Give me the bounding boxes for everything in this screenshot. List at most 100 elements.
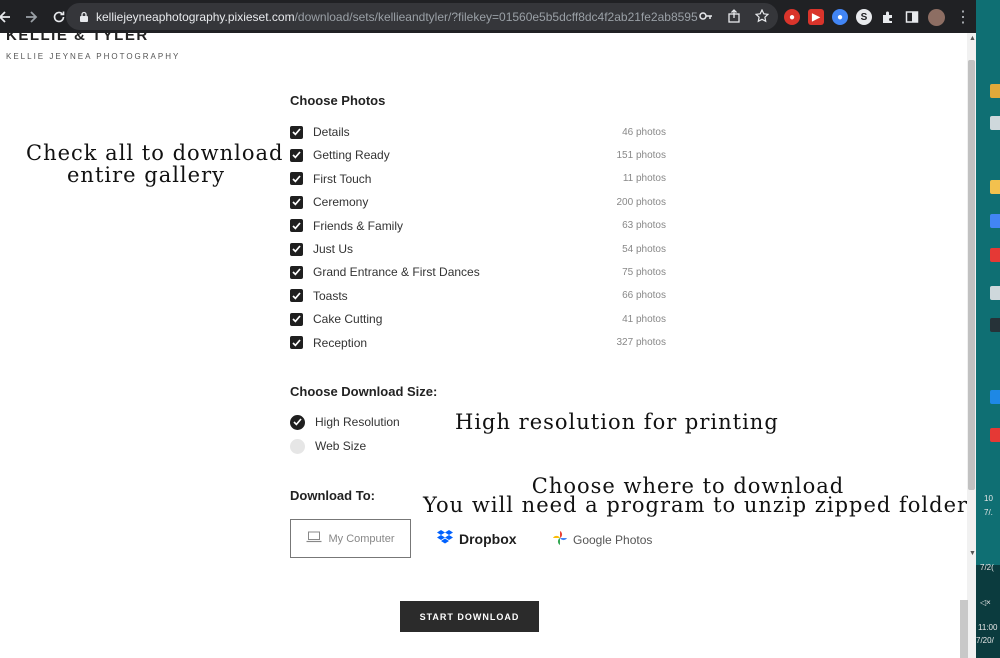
- photo-set-label: Reception: [313, 335, 368, 350]
- browser-toolbar: kelliejeyneaphotography.pixieset.com/dow…: [0, 0, 976, 33]
- photo-set-row[interactable]: Friends & Family 63 photos: [290, 217, 666, 235]
- url-text[interactable]: kelliejeyneaphotography.pixieset.com/dow…: [96, 10, 698, 24]
- size-option-label: High Resolution: [315, 415, 400, 429]
- site-subtitle: KELLIE JEYNEA PHOTOGRAPHY: [6, 52, 181, 61]
- my-computer-button[interactable]: My Computer: [290, 519, 411, 558]
- photo-set-row[interactable]: First Touch 11 photos: [290, 170, 666, 188]
- checkbox-checked-icon[interactable]: [290, 219, 303, 233]
- profile-avatar[interactable]: [928, 8, 945, 26]
- desktop-photoshop-icon[interactable]: [990, 390, 1000, 404]
- desktop-folder-icon[interactable]: [990, 180, 1000, 194]
- lock-icon[interactable]: [72, 11, 96, 23]
- desktop-chrome-icon[interactable]: [990, 214, 1000, 228]
- google-photos-button[interactable]: Google Photos: [552, 530, 652, 549]
- photo-set-row[interactable]: Reception 327 photos: [290, 334, 666, 352]
- photo-set-row[interactable]: Details 46 photos: [290, 123, 666, 141]
- extension-s-icon[interactable]: S: [856, 9, 872, 25]
- photo-set-label: Friends & Family: [313, 218, 404, 233]
- photo-set-row[interactable]: Ceremony 200 photos: [290, 193, 666, 211]
- photo-set-label: Details: [313, 125, 350, 139]
- annotation-check-all: Check all to download entire gallery: [26, 141, 284, 186]
- star-icon[interactable]: [754, 8, 770, 24]
- forward-icon[interactable]: [20, 6, 42, 28]
- photo-set-count: 46 photos: [622, 126, 666, 138]
- photo-set-count: 200 photos: [616, 196, 667, 208]
- photo-set-label: Ceremony: [313, 195, 369, 210]
- photo-set-label: Just Us: [313, 242, 354, 256]
- laptop-icon: [306, 531, 322, 546]
- address-bar[interactable]: kelliejeyneaphotography.pixieset.com/dow…: [66, 3, 778, 30]
- tray-date: 7/2(: [980, 563, 994, 572]
- photo-set-count: 41 photos: [622, 313, 666, 325]
- tray-clock-time[interactable]: 11:00: [978, 623, 997, 632]
- tray-clock-date[interactable]: 7/20/: [976, 636, 994, 645]
- screen: kelliejeyneaphotography.pixieset.com/dow…: [0, 0, 1000, 658]
- checkbox-checked-icon[interactable]: [290, 242, 303, 256]
- page-scrollbar-thumb[interactable]: [960, 600, 968, 658]
- annotation-line: Check all to download: [26, 141, 284, 165]
- checkbox-checked-icon[interactable]: [290, 148, 303, 162]
- checkbox-checked-icon[interactable]: [290, 336, 303, 350]
- checkbox-checked-icon[interactable]: [290, 289, 303, 303]
- back-icon[interactable]: [0, 6, 16, 28]
- start-download-button[interactable]: START DOWNLOAD: [400, 601, 539, 632]
- desktop-folder-icon[interactable]: [990, 84, 1000, 98]
- site-title[interactable]: KELLIE & TYLER: [6, 33, 149, 44]
- checkbox-checked-icon[interactable]: [290, 312, 303, 326]
- desktop-app-icon[interactable]: [990, 318, 1000, 332]
- desktop-app-icon[interactable]: [990, 248, 1000, 262]
- radio-selected-icon[interactable]: [290, 414, 305, 430]
- photo-set-count: 66 photos: [622, 290, 666, 302]
- google-photos-label: Google Photos: [573, 532, 653, 547]
- extension-video-icon[interactable]: ▶: [808, 9, 824, 25]
- size-option-label: Web Size: [315, 439, 367, 453]
- download-size-heading: Choose Download Size:: [290, 384, 438, 399]
- tray-date: 7/.: [984, 508, 993, 517]
- dropbox-button[interactable]: Dropbox: [436, 529, 517, 548]
- photo-set-label: Getting Ready: [313, 148, 390, 163]
- volume-icon[interactable]: ◁×: [980, 598, 991, 607]
- key-icon[interactable]: [698, 8, 714, 24]
- checkbox-checked-icon[interactable]: [290, 172, 303, 186]
- checkbox-checked-icon[interactable]: [290, 265, 303, 279]
- desktop-app-icon[interactable]: [990, 286, 1000, 300]
- photo-set-row[interactable]: Grand Entrance & First Dances 75 photos: [290, 263, 666, 281]
- photo-set-label: First Touch: [313, 171, 372, 186]
- photo-set-label: Cake Cutting: [313, 312, 383, 327]
- desktop-app-icon[interactable]: [990, 116, 1000, 130]
- scroll-up-arrow-icon[interactable]: ▲: [969, 35, 976, 42]
- photo-set-row[interactable]: Toasts 66 photos: [290, 287, 666, 305]
- photo-set-count: 327 photos: [616, 337, 667, 349]
- size-option-web-size[interactable]: Web Size: [290, 437, 366, 455]
- download-to-heading: Download To:: [290, 488, 375, 503]
- photo-set-count: 63 photos: [622, 220, 666, 232]
- extensions-bar: ● ▶ ● S ⋮: [784, 7, 971, 27]
- checkbox-checked-icon[interactable]: [290, 195, 303, 209]
- checkbox-checked-icon[interactable]: [290, 125, 303, 139]
- extension-blue-icon[interactable]: ●: [832, 9, 848, 25]
- annotation-where: Choose where to download You will need a…: [423, 476, 967, 517]
- radio-unselected-icon[interactable]: [290, 438, 305, 454]
- dropbox-icon: [436, 529, 454, 548]
- google-photos-icon: [552, 530, 568, 549]
- scrollbar-thumb[interactable]: [968, 60, 975, 490]
- menu-icon[interactable]: ⋮: [955, 7, 971, 27]
- dropbox-label: Dropbox: [459, 530, 517, 547]
- photo-set-count: 11 photos: [622, 173, 666, 185]
- photo-set-count: 54 photos: [622, 243, 666, 255]
- tray-time: 10: [984, 494, 993, 503]
- photo-set-row[interactable]: Cake Cutting 41 photos: [290, 310, 666, 328]
- my-computer-label: My Computer: [328, 532, 395, 545]
- scroll-down-arrow-icon[interactable]: ▼: [969, 550, 976, 557]
- extensions-icon[interactable]: [880, 9, 896, 25]
- extension-red-icon[interactable]: ●: [784, 9, 800, 25]
- annotation-line: You will need a program to unzip zipped …: [423, 493, 967, 517]
- photo-set-label: Grand Entrance & First Dances: [313, 265, 480, 280]
- photo-set-row[interactable]: Just Us 54 photos: [290, 240, 666, 258]
- sidebar-icon[interactable]: [904, 9, 920, 25]
- share-icon[interactable]: [726, 8, 742, 24]
- size-option-high-resolution[interactable]: High Resolution: [290, 413, 400, 431]
- photo-set-row[interactable]: Getting Ready 151 photos: [290, 146, 666, 164]
- choose-photos-heading: Choose Photos: [290, 93, 386, 108]
- desktop-app-icon[interactable]: [990, 428, 1000, 442]
